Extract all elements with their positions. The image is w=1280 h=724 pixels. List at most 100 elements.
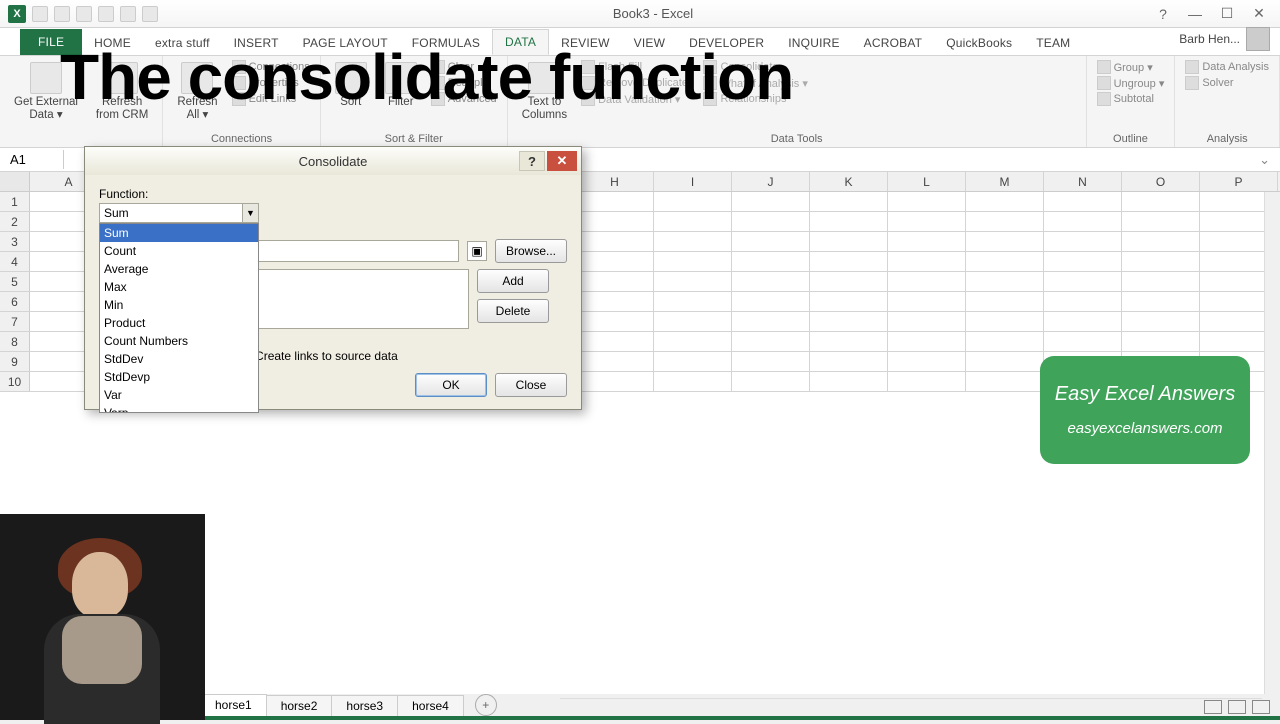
column-header[interactable]: P [1200,172,1278,191]
cell[interactable] [654,292,732,311]
cell[interactable] [966,372,1044,391]
cell[interactable] [888,292,966,311]
sheet-tab[interactable]: horse4 [397,695,464,716]
cell[interactable] [810,352,888,371]
cell[interactable] [1044,212,1122,231]
cell[interactable] [576,232,654,251]
browse-button[interactable]: Browse... [495,239,567,263]
qat-redo-icon[interactable] [76,6,92,22]
close-dialog-button[interactable]: Close [495,373,567,397]
ungroup-button[interactable]: Ungroup ▾ [1097,76,1165,90]
cell[interactable] [1122,312,1200,331]
cell[interactable] [810,312,888,331]
subtotal-button[interactable]: Subtotal [1097,92,1165,106]
cell[interactable] [888,232,966,251]
close-button[interactable]: ✕ [547,151,577,171]
row-header[interactable]: 10 [0,372,30,391]
cell[interactable] [1044,252,1122,271]
qat-btn[interactable] [142,6,158,22]
cell[interactable] [966,252,1044,271]
cell[interactable] [810,272,888,291]
cell[interactable] [654,372,732,391]
cell[interactable] [888,332,966,351]
cell[interactable] [576,212,654,231]
qat-btn[interactable] [120,6,136,22]
cell[interactable] [576,372,654,391]
chevron-down-icon[interactable]: ▼ [242,204,258,222]
cell[interactable] [966,192,1044,211]
cell[interactable] [576,312,654,331]
new-sheet-button[interactable]: + [475,694,497,716]
function-option[interactable]: Count [100,242,258,260]
function-option[interactable]: Min [100,296,258,314]
cell[interactable] [1122,212,1200,231]
function-option[interactable]: Count Numbers [100,332,258,350]
cell[interactable] [1122,252,1200,271]
expand-formula-icon[interactable]: ⌄ [1249,152,1280,168]
cell[interactable] [732,252,810,271]
maximize-icon[interactable]: ☐ [1212,4,1242,24]
cell[interactable] [732,292,810,311]
solver-button[interactable]: Solver [1185,76,1269,90]
cell[interactable] [888,192,966,211]
cell[interactable] [1044,332,1122,351]
tab-acrobat[interactable]: ACROBAT [852,31,935,55]
cell[interactable] [966,352,1044,371]
qat-save-icon[interactable] [32,6,48,22]
cell[interactable] [1122,332,1200,351]
cell[interactable] [810,212,888,231]
cell[interactable] [654,252,732,271]
horizontal-scrollbar[interactable] [560,698,1262,716]
cell[interactable] [1122,232,1200,251]
function-option[interactable]: StdDev [100,350,258,368]
cell[interactable] [966,232,1044,251]
cell[interactable] [810,232,888,251]
cell[interactable] [576,192,654,211]
cell[interactable] [966,292,1044,311]
cell[interactable] [732,312,810,331]
cell[interactable] [732,332,810,351]
function-combobox[interactable]: ▼ SumCountAverageMaxMinProductCount Numb… [99,203,259,223]
cell[interactable] [1044,192,1122,211]
row-header[interactable]: 7 [0,312,30,331]
column-header[interactable]: O [1122,172,1200,191]
cell[interactable] [576,272,654,291]
column-header[interactable]: H [576,172,654,191]
row-header[interactable]: 2 [0,212,30,231]
sheet-tab[interactable]: horse3 [331,695,398,716]
cell[interactable] [1122,192,1200,211]
column-header[interactable]: L [888,172,966,191]
cell[interactable] [1044,272,1122,291]
cell[interactable] [732,192,810,211]
cell[interactable] [732,232,810,251]
function-option[interactable]: Average [100,260,258,278]
qat-undo-icon[interactable] [54,6,70,22]
delete-button[interactable]: Delete [477,299,549,323]
row-header[interactable]: 3 [0,232,30,251]
cell[interactable] [966,212,1044,231]
cell[interactable] [1122,272,1200,291]
cell[interactable] [654,212,732,231]
column-header[interactable]: M [966,172,1044,191]
break-view-icon[interactable] [1252,700,1270,714]
tab-quickbooks[interactable]: QuickBooks [934,31,1024,55]
cell[interactable] [576,352,654,371]
layout-view-icon[interactable] [1228,700,1246,714]
cell[interactable] [888,212,966,231]
column-header[interactable]: K [810,172,888,191]
sheet-tab[interactable]: horse1 [200,694,267,716]
column-header[interactable]: J [732,172,810,191]
cell[interactable] [810,372,888,391]
cell[interactable] [654,312,732,331]
cell[interactable] [576,292,654,311]
cell[interactable] [1044,312,1122,331]
data-analysis-button[interactable]: Data Analysis [1185,60,1269,74]
cell[interactable] [576,252,654,271]
cell[interactable] [888,372,966,391]
cell[interactable] [888,352,966,371]
row-header[interactable]: 8 [0,332,30,351]
cell[interactable] [654,272,732,291]
function-option[interactable]: Max [100,278,258,296]
cell[interactable] [732,372,810,391]
qat-btn[interactable] [98,6,114,22]
